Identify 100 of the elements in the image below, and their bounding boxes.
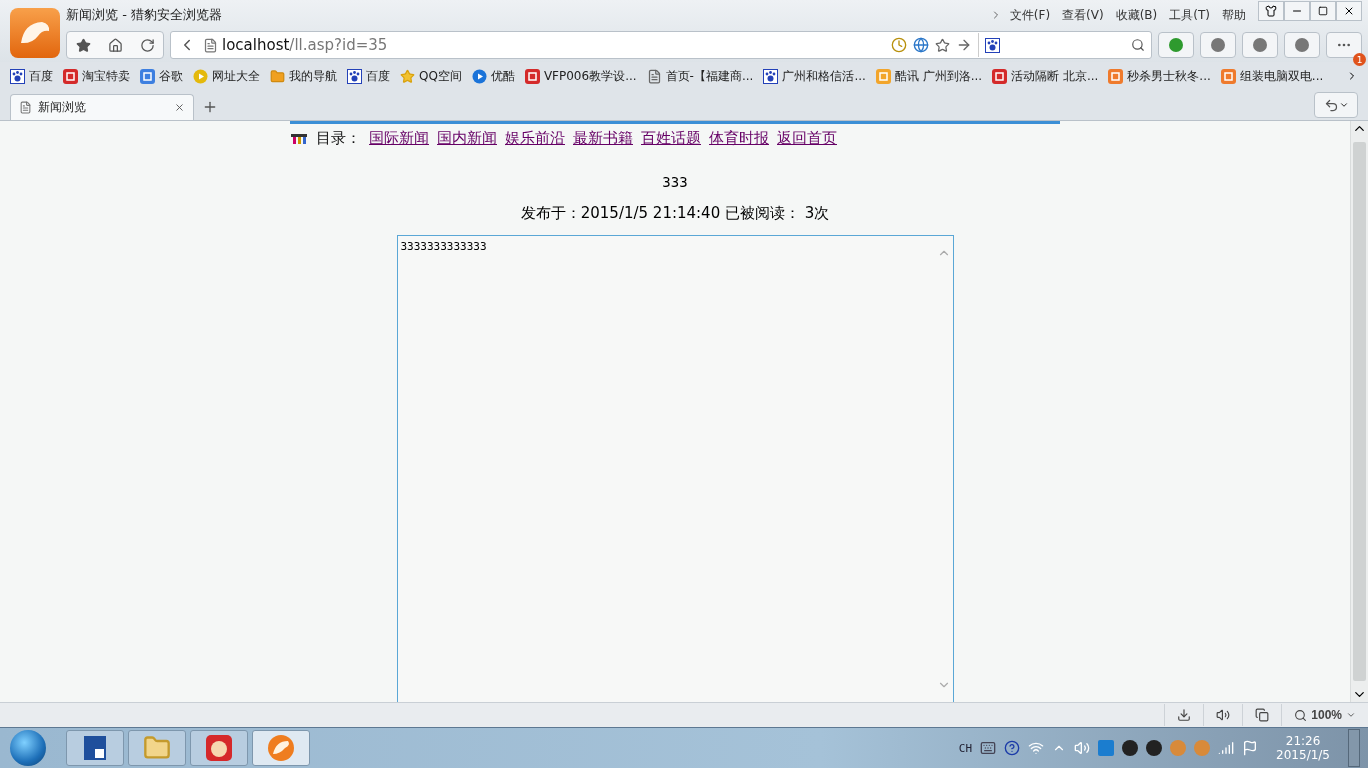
bookmark-link[interactable]: 广州和格信活... <box>763 67 866 85</box>
close-button[interactable] <box>1336 1 1362 21</box>
windows-icon <box>1255 708 1270 722</box>
nav-link[interactable]: 娱乐前沿 <box>505 129 565 148</box>
refresh-icon <box>139 37 155 53</box>
extension-button[interactable] <box>1158 32 1194 58</box>
browser-logo <box>267 734 295 762</box>
site-icon <box>1220 68 1236 84</box>
language-indicator[interactable]: CH <box>958 741 973 755</box>
browser-logo <box>10 8 60 58</box>
bookmark-link[interactable]: 组装电脑双电... <box>1220 67 1324 85</box>
nav-link[interactable]: 国内新闻 <box>437 129 497 148</box>
speaker-icon <box>1216 708 1231 722</box>
paw-icon <box>347 68 362 84</box>
bookmark-link[interactable]: 首页-【福建商... <box>646 67 754 85</box>
go-icon[interactable] <box>956 37 972 53</box>
toolbar-button[interactable] <box>1284 32 1320 58</box>
site-icon <box>992 68 1008 84</box>
site-icon <box>63 68 78 84</box>
circle-icon <box>1294 37 1310 53</box>
nav-link[interactable]: 返回首页 <box>777 129 837 148</box>
volume-icon[interactable] <box>1074 740 1091 756</box>
circle-icon <box>1252 37 1268 53</box>
circle-icon <box>1210 37 1226 53</box>
minimize-button[interactable] <box>1284 1 1310 21</box>
taskbar-app[interactable] <box>66 730 124 766</box>
caret-icon <box>1338 100 1349 110</box>
site-icon <box>140 68 155 84</box>
signal-icon[interactable] <box>1218 740 1235 756</box>
menu-icon <box>290 132 308 145</box>
bookmark-link[interactable]: 酷讯 广州到洛... <box>875 67 983 85</box>
nav-link[interactable]: 百姓话题 <box>641 129 701 148</box>
zoom-button[interactable]: 100% <box>1281 704 1368 726</box>
maximize-button[interactable] <box>1310 1 1336 21</box>
star-icon <box>75 37 91 53</box>
round-site-icon <box>193 68 208 84</box>
article-meta: 发布于：2015/1/5 21:14:40 已被阅读： 3次 <box>520 204 830 223</box>
paw-icon <box>985 37 1000 53</box>
close-icon <box>1343 5 1355 17</box>
toolbar-button[interactable] <box>1200 32 1236 58</box>
bookmark-link[interactable]: 秒杀男士秋冬... <box>1108 67 1211 85</box>
bookmark-link[interactable]: 百度 <box>10 67 53 85</box>
taskbar-app[interactable] <box>190 730 248 766</box>
menu-item[interactable]: 工具(T) <box>1169 6 1210 24</box>
caret-icon <box>1346 710 1356 720</box>
page-icon <box>19 101 32 114</box>
page-icon <box>203 37 218 53</box>
star-icon[interactable] <box>935 37 950 53</box>
nav-link[interactable]: 国际新闻 <box>369 129 429 148</box>
globe-icon[interactable] <box>913 37 929 53</box>
bookmark-link[interactable]: 百度 <box>347 67 390 85</box>
maximize-icon <box>1318 6 1328 16</box>
zoom-icon <box>1294 708 1308 722</box>
article-body-area[interactable]: 3333333333333 <box>396 235 954 702</box>
bookmark-link[interactable]: 淘宝特卖 <box>63 67 130 85</box>
bookmark-link[interactable]: QQ空间 <box>400 67 462 85</box>
menu-item[interactable]: 文件(F) <box>1009 6 1051 24</box>
bookmark-link[interactable]: 活动隔断 北京... <box>992 67 1099 85</box>
toolbar-button[interactable] <box>1242 32 1278 58</box>
undo-icon <box>1323 97 1339 113</box>
undo-button[interactable] <box>1314 92 1358 118</box>
wifi-icon[interactable] <box>1028 740 1045 756</box>
home-icon <box>107 37 123 53</box>
circle-icon <box>1168 37 1184 53</box>
bookmark-link[interactable]: 我的导航 <box>270 67 337 85</box>
bookmark-link[interactable]: 谷歌 <box>140 67 183 85</box>
scroll-thumb[interactable] <box>1353 142 1366 681</box>
round-site-icon <box>471 68 487 84</box>
browser-tab[interactable]: 新闻浏览 <box>10 94 194 120</box>
menu-item[interactable]: 收藏(B) <box>1115 6 1158 24</box>
menu-item[interactable]: 帮助 <box>1222 6 1246 24</box>
shirt-icon <box>1265 5 1277 17</box>
site-icon <box>1108 68 1124 84</box>
download-icon <box>1177 708 1192 722</box>
help-icon[interactable] <box>1004 740 1021 756</box>
star-icon <box>400 68 415 84</box>
site-icon <box>875 68 891 84</box>
start-button[interactable] <box>10 730 46 766</box>
keyboard-icon[interactable] <box>980 740 997 756</box>
bookmark-link[interactable]: 优酷 <box>471 67 515 85</box>
site-icon <box>524 68 540 84</box>
bookmark-link[interactable]: VFP006教学设... <box>524 67 637 85</box>
url-text[interactable]: localhost/ll.asp?id=35 <box>222 36 891 54</box>
folder-icon <box>143 734 171 762</box>
new-tab-icon[interactable] <box>202 99 218 115</box>
clock-icon[interactable] <box>891 37 907 53</box>
flag-icon[interactable] <box>1242 740 1259 756</box>
skin-button[interactable] <box>1258 1 1284 21</box>
nav-link[interactable]: 最新书籍 <box>573 129 633 148</box>
nav-label: 目录： <box>316 129 361 148</box>
folder-icon <box>270 68 285 84</box>
article-title: 333 <box>662 174 688 190</box>
address-bar[interactable]: localhost/ll.asp?id=35 <box>170 31 1152 59</box>
menu-item[interactable]: 查看(V) <box>1062 6 1104 24</box>
more-button[interactable] <box>1326 32 1362 58</box>
page-scrollbar[interactable] <box>1350 121 1368 702</box>
bookmark-link[interactable]: 网址大全 <box>193 67 260 85</box>
article-body: 3333333333333 <box>399 239 488 255</box>
close-icon[interactable] <box>174 102 185 113</box>
nav-link[interactable]: 体育时报 <box>709 129 769 148</box>
